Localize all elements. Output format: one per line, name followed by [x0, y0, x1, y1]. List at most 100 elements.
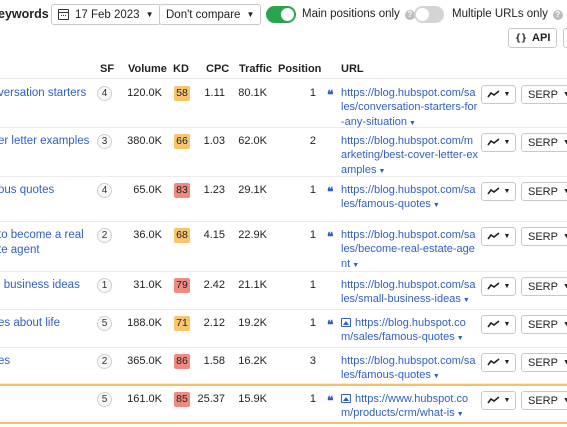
cpc-value: 2.42 [203, 279, 225, 291]
quote-icon: ❝ [327, 88, 334, 102]
chevron-down-icon: ▼ [246, 10, 255, 19]
serp-features-count: 3 [97, 134, 112, 149]
keyword-link[interactable]: er letter examples [0, 134, 89, 149]
calendar-icon [58, 9, 69, 20]
table-row: l business ideas 1 31.0K 79 2.42 21.1K 1 https:… [0, 272, 567, 310]
chevron-down-icon[interactable]: ▼ [409, 120, 416, 127]
serp-button[interactable]: SERP ▼ [521, 182, 567, 201]
cpc-value: 1.11 [204, 87, 225, 99]
url-link[interactable]: https://blog.hubspot.com/sa les/become-re… [341, 228, 489, 273]
position-value: 1 [309, 184, 316, 196]
trend-chart-button[interactable]: ▼ [481, 315, 516, 334]
code-braces-icon: {} [515, 32, 528, 44]
chevron-down-icon[interactable]: ▼ [378, 168, 385, 175]
trend-chart-button[interactable]: ▼ [481, 227, 516, 246]
chevron-down-icon: ▼ [562, 233, 567, 240]
serp-button[interactable]: SERP ▼ [521, 277, 567, 296]
col-cpc[interactable]: CPC [206, 63, 229, 75]
col-url[interactable]: URL [341, 63, 364, 75]
help-icon[interactable]: ? [552, 10, 563, 20]
trend-line-icon [486, 90, 500, 98]
col-traffic[interactable]: Traffic [239, 63, 272, 75]
trend-line-icon [486, 232, 500, 240]
trend-line-icon [486, 358, 500, 366]
table-row: es about life 5 188.0K 71 2.12 19.2K 1 ❝ https:/… [0, 310, 567, 348]
keyword-link[interactable]: ous quotes [0, 183, 54, 198]
chevron-down-icon: ▼ [562, 139, 567, 146]
chevron-down-icon: ▼ [503, 139, 511, 146]
chevron-down-icon[interactable]: ▼ [463, 297, 470, 304]
quote-icon: ❝ [327, 230, 334, 244]
keyword-link[interactable]: l business ideas [0, 278, 80, 293]
url-link[interactable]: https://blog.hubspot.com/sa les/small-bus… [341, 278, 489, 309]
serp-button[interactable]: SERP ▼ [521, 227, 567, 246]
main-positions-toggle[interactable] [266, 6, 296, 23]
url-link[interactable]: https://blog.hubspot.com/sa les/conversat… [341, 86, 489, 131]
position-value: 1 [309, 279, 316, 291]
chevron-down-icon[interactable]: ▼ [457, 335, 464, 342]
image-icon [341, 394, 351, 403]
chevron-down-icon: ▼ [503, 283, 511, 290]
chevron-down-icon: ▼ [145, 10, 154, 19]
traffic-value: 80.1K [238, 87, 267, 99]
url-link[interactable]: https://blog.hubspot.com/sales/famous-qu… [341, 316, 489, 347]
serp-button[interactable]: SERP ▼ [521, 315, 567, 334]
quote-icon: ❝ [327, 318, 334, 332]
trend-chart-button[interactable]: ▼ [481, 182, 516, 201]
trend-line-icon [486, 320, 500, 328]
chevron-down-icon[interactable]: ▼ [433, 373, 440, 380]
keyword-link[interactable]: to become a real te agent [0, 228, 84, 258]
serp-button[interactable]: SERP ▼ [521, 133, 567, 152]
chevron-down-icon: ▼ [503, 233, 511, 240]
multiple-urls-toggle[interactable] [414, 6, 444, 23]
multiple-urls-label: Multiple URLs only? [452, 8, 563, 20]
keyword-link[interactable]: versation starters [0, 86, 86, 101]
traffic-value: 19.2K [238, 317, 267, 329]
trend-line-icon [486, 396, 500, 404]
col-volume[interactable]: Volume [128, 63, 167, 75]
chevron-down-icon: ▼ [562, 359, 567, 366]
col-position[interactable]: Position [278, 63, 321, 75]
chevron-down-icon[interactable]: ▼ [433, 202, 440, 209]
keyword-link[interactable]: es [0, 354, 10, 369]
trend-chart-button[interactable]: ▼ [481, 85, 516, 104]
kd-badge: 83 [174, 183, 190, 198]
more-button[interactable] [563, 28, 567, 48]
trend-chart-button[interactable]: ▼ [481, 353, 516, 372]
date-picker[interactable]: 17 Feb 2023 ▼ [51, 4, 161, 25]
kd-badge: 71 [174, 316, 190, 331]
trend-chart-button[interactable]: ▼ [481, 277, 516, 296]
volume-value: 380.0K [127, 135, 162, 147]
serp-features-count: 5 [97, 316, 112, 331]
cpc-value: 1.03 [203, 135, 225, 147]
toggle-knob [281, 8, 294, 21]
position-value: 3 [309, 355, 316, 367]
url-link[interactable]: https://blog.hubspot.com/sales/famous-qu… [341, 354, 489, 385]
volume-value: 36.0K [133, 229, 162, 241]
quote-icon: ❝ [327, 185, 334, 199]
url-link[interactable]: https://blog.hubspot.com/sales/famous-qu… [341, 183, 489, 214]
trend-chart-button[interactable]: ▼ [481, 133, 516, 152]
serp-features-count: 4 [97, 86, 112, 101]
serp-button[interactable]: SERP ▼ [521, 353, 567, 372]
position-value: 1 [309, 87, 316, 99]
url-link[interactable]: https://blog.hubspot.com/m arketing/best-… [341, 134, 489, 179]
kd-badge: 86 [174, 354, 190, 369]
col-sf[interactable]: SF [100, 63, 114, 75]
position-value: 2 [309, 135, 316, 147]
serp-features-count: 2 [97, 228, 112, 243]
trend-chart-button[interactable]: ▼ [481, 391, 516, 410]
keyword-link[interactable]: es about life [0, 316, 60, 331]
serp-button[interactable]: SERP ▼ [521, 85, 567, 104]
chevron-down-icon[interactable]: ▼ [457, 411, 464, 418]
compare-dropdown[interactable]: Don't compare ▼ [159, 4, 262, 25]
position-value: 1 [309, 393, 316, 405]
chevron-down-icon[interactable]: ▼ [352, 262, 359, 269]
api-button[interactable]: {} API [508, 28, 558, 48]
url-link[interactable]: https://www.hubspot.co m/products/crm/wha… [341, 392, 489, 423]
col-kd[interactable]: KD [173, 63, 189, 75]
traffic-value: 15.9K [238, 393, 267, 405]
traffic-value: 21.1K [238, 279, 267, 291]
serp-button[interactable]: SERP ▼ [521, 391, 567, 410]
date-label: 17 Feb 2023 [75, 8, 140, 21]
